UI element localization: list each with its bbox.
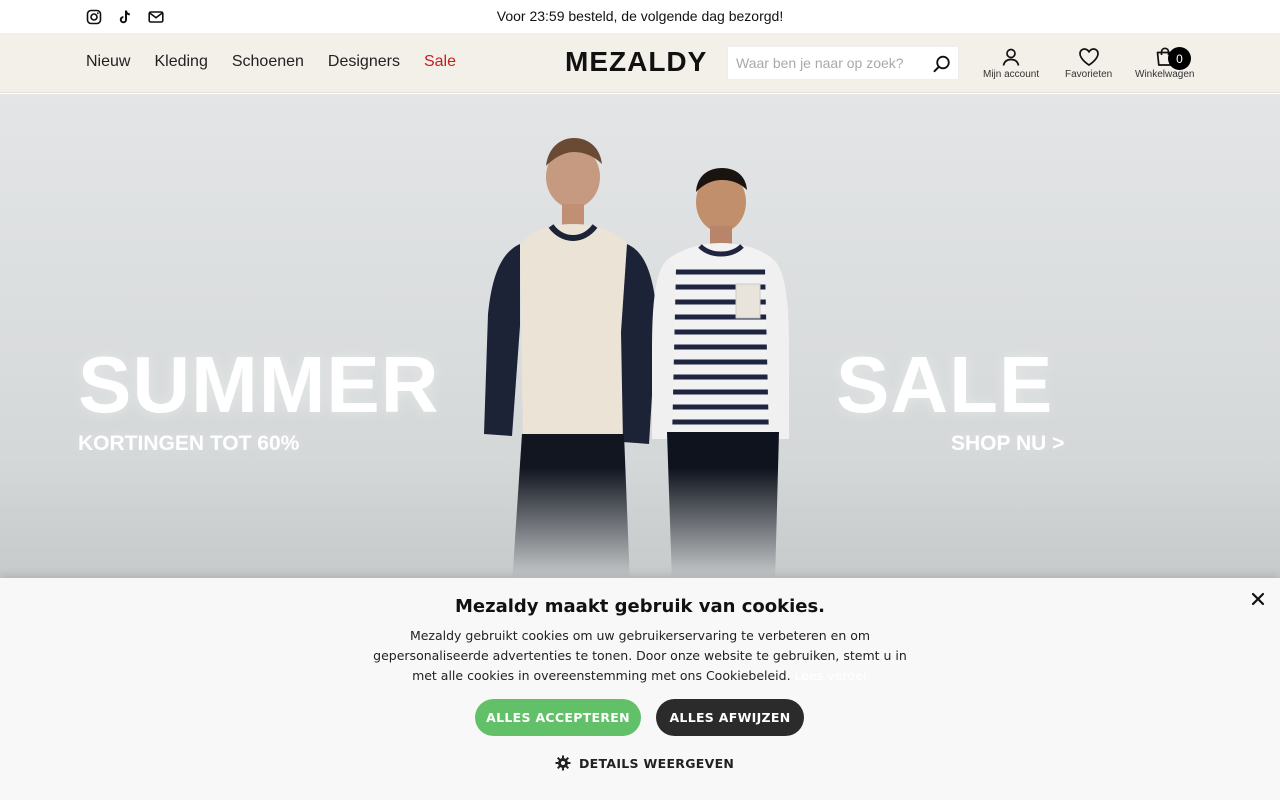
reject-all-button[interactable]: ALLES AFWIJZEN xyxy=(656,699,804,736)
accept-all-button[interactable]: ALLES ACCEPTEREN xyxy=(475,699,641,736)
nav-item-designers[interactable]: Designers xyxy=(328,53,400,71)
account-label: Mijn account xyxy=(983,69,1040,80)
heart-icon xyxy=(1078,48,1099,67)
hero-headline-sale: SALE xyxy=(836,340,1054,429)
cookie-title: Mezaldy maakt gebruik van cookies. xyxy=(454,596,826,617)
site-header: Nieuw Kleding Schoenen Designers Sale ME… xyxy=(0,33,1280,93)
favorites-label: Favorieten xyxy=(1065,69,1113,80)
gear-icon xyxy=(555,755,571,771)
user-icon xyxy=(1002,48,1020,66)
show-details-label: DETAILS WEERGEVEN xyxy=(579,755,735,771)
hero-headline-summer: SUMMER xyxy=(78,340,440,429)
hero-subline: KORTINGEN TOT 60% xyxy=(78,432,300,455)
search-box xyxy=(727,46,959,80)
nav-item-sale[interactable]: Sale xyxy=(424,53,456,71)
main-nav: Nieuw Kleding Schoenen Designers Sale xyxy=(86,53,456,71)
nav-item-schoenen[interactable]: Schoenen xyxy=(232,53,304,71)
hero-floor-shade xyxy=(0,468,1280,578)
search-icon[interactable] xyxy=(932,54,952,74)
nav-item-nieuw[interactable]: Nieuw xyxy=(86,53,130,71)
read-more-link[interactable]: Lees verder xyxy=(795,668,868,683)
search-input[interactable] xyxy=(728,47,918,79)
nav-item-kleding[interactable]: Kleding xyxy=(154,53,207,71)
account-link[interactable]: Mijn account xyxy=(983,47,1039,80)
cookie-banner: Mezaldy maakt gebruik van cookies. Mezal… xyxy=(0,578,1280,800)
site-logo[interactable]: MEZALDY xyxy=(565,46,707,78)
cart-label: Winkelwagen xyxy=(1135,69,1195,80)
cookie-body: Mezaldy gebruikt cookies om uw gebruiker… xyxy=(360,626,920,686)
favorites-link[interactable]: Favorieten xyxy=(1065,47,1112,80)
cart-count-badge: 0 xyxy=(1168,47,1191,70)
top-bar: Voor 23:59 besteld, de volgende dag bezo… xyxy=(0,0,1280,33)
hero-shop-now-link[interactable]: SHOP NU > xyxy=(951,432,1064,456)
hero-banner[interactable]: SUMMER SALE KORTINGEN TOT 60% SHOP NU > xyxy=(0,94,1280,578)
show-details-button[interactable]: DETAILS WEERGEVEN xyxy=(555,755,734,771)
promo-text: Voor 23:59 besteld, de volgende dag bezo… xyxy=(496,8,784,24)
